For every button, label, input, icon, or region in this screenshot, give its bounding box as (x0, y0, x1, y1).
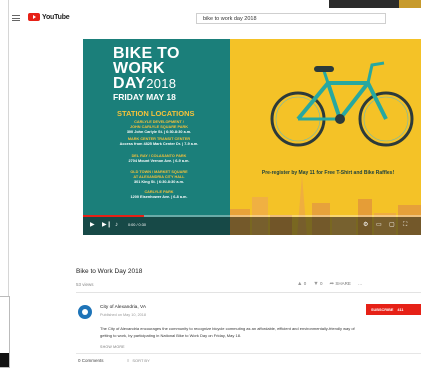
station-title: STATION LOCATIONS (117, 109, 195, 118)
video-time: 0:00 / 0:30 (128, 223, 146, 227)
headline-date: FRIDAY MAY 18 (113, 92, 176, 102)
like-button[interactable]: ▲ 0 (297, 281, 306, 287)
show-more-button[interactable]: SHOW MORE (100, 345, 125, 349)
hamburger-menu-icon[interactable] (12, 15, 20, 21)
youtube-header: YouTube bike to work day 2018 (8, 8, 421, 28)
logo-text: YouTube (42, 13, 70, 21)
background-window-strip (329, 0, 421, 8)
bicycle-illustration (270, 61, 414, 147)
headline-line3: DAY (113, 75, 147, 92)
miniplayer-icon[interactable]: ▭ (376, 222, 382, 229)
headline-year: 2018 (146, 76, 177, 91)
more-actions-button[interactable]: ··· (358, 282, 363, 287)
video-player[interactable]: BIKE TO WORK DAY2018 FRIDAY MAY 18 STATI… (83, 39, 421, 259)
settings-gear-icon[interactable]: ⚙ (363, 222, 368, 229)
dislike-button[interactable]: ▼ 0 (313, 281, 322, 287)
youtube-logo[interactable]: YouTube (28, 13, 70, 21)
video-title: Bike to Work Day 2018 (76, 268, 143, 275)
publish-date: Published on May 10, 2018 (100, 313, 147, 317)
thumbs-up-icon: ▲ (297, 281, 303, 287)
theater-mode-icon[interactable]: ▢ (389, 222, 395, 229)
play-icon[interactable]: ▶ (90, 222, 95, 229)
divider (76, 292, 421, 293)
search-input[interactable]: bike to work day 2018 (196, 13, 386, 24)
station-item: CARLYLE PARK 1200 Eisenhower Ave. | 6-8 … (130, 190, 188, 199)
background-window-edge (0, 296, 10, 368)
station-item: OLD TOWN / MARKET SQUARE AT ALEXANDRIA C… (130, 170, 188, 184)
video-headline: BIKE TO WORK DAY2018 FRIDAY MAY 18 (113, 45, 180, 103)
sort-by-button[interactable]: ≡ SORT BY (127, 358, 150, 363)
divider (76, 353, 421, 354)
next-icon[interactable]: ▶❙ (102, 222, 112, 229)
video-action-bar: ▲ 0 ▼ 0 ➦ SHARE ··· (297, 281, 362, 287)
preregister-text: Pre-register by May 11 for Free T-Shirt … (261, 170, 395, 176)
station-item: MARK CENTER TRANSIT CENTER Access from 4… (119, 137, 199, 146)
fullscreen-icon[interactable]: ⛶ (403, 222, 407, 229)
view-count: 53 views (76, 282, 94, 287)
share-icon: ➦ (329, 281, 335, 287)
subscriber-count: 411 (397, 307, 404, 312)
headline-line1: BIKE TO (113, 45, 180, 62)
thumbs-down-icon: ▼ (313, 281, 319, 287)
sort-icon: ≡ (127, 358, 130, 363)
station-item: CARLYLE DEVELOPMENT / JOHN CARLYLE SQUAR… (126, 120, 192, 134)
video-description: The City of Alexandria encourages the co… (100, 326, 355, 338)
subscribe-label: SUBSCRIBE (371, 307, 394, 312)
station-item: DEL RAY / COLASANTO PARK 2704 Mount Vern… (128, 154, 190, 163)
comments-count: 0 Comments (78, 358, 104, 363)
channel-name[interactable]: City of Alexandria, VA (100, 305, 146, 310)
share-button[interactable]: ➦ SHARE (329, 281, 350, 287)
headline-line2: WORK (113, 60, 165, 77)
sort-label: SORT BY (132, 358, 150, 363)
volume-icon[interactable]: ♪ (115, 222, 118, 229)
play-logo-icon (28, 13, 40, 21)
subscribe-button[interactable]: SUBSCRIBE 411 (366, 304, 421, 315)
channel-avatar[interactable] (78, 305, 92, 319)
video-controls: ▶ ▶❙ ♪ 0:00 / 0:30 ⚙ ▭ ▢ ⛶ (83, 217, 421, 235)
